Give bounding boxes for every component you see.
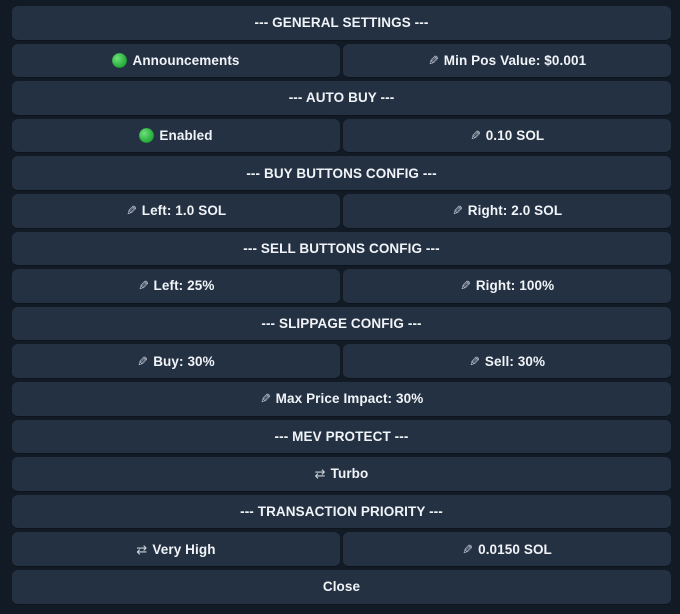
button-row: Close: [12, 569, 671, 605]
button-label: --- GENERAL SETTINGS ---: [254, 15, 429, 31]
button-label: --- AUTO BUY ---: [288, 90, 395, 106]
button-label: --- SELL BUTTONS CONFIG ---: [243, 240, 440, 256]
button-label: Turbo: [330, 466, 369, 482]
pencil-icon: ✎: [137, 278, 149, 294]
sell-30-button[interactable]: ✎ Sell: 30%: [343, 344, 671, 379]
general-settings-button[interactable]: --- GENERAL SETTINGS ---: [12, 6, 671, 41]
button-label: Sell: 30%: [484, 353, 546, 369]
left-25-button[interactable]: ✎ Left: 25%: [12, 269, 340, 304]
slippage-config-button[interactable]: --- SLIPPAGE CONFIG ---: [12, 306, 671, 342]
button-row: Enabled ✎ 0.10 SOL: [12, 118, 671, 154]
auto-buy-button[interactable]: --- AUTO BUY ---: [12, 81, 671, 116]
announcements-button[interactable]: Announcements: [12, 43, 340, 79]
mev-protect-button[interactable]: --- MEV PROTECT ---: [12, 419, 671, 455]
enabled-button[interactable]: Enabled: [12, 118, 340, 154]
pencil-icon: ✎: [451, 203, 463, 219]
min-pos-value-0-001-button[interactable]: ✎ Min Pos Value: $0.001: [343, 43, 671, 79]
button-row: ✎ Left: 1.0 SOL ✎ Right: 2.0 SOL: [12, 193, 671, 229]
button-label: Very High: [152, 541, 216, 557]
green-circle-icon: [112, 52, 128, 68]
0-10-sol-button[interactable]: ✎ 0.10 SOL: [343, 118, 671, 154]
button-label: Max Price Impact: 30%: [275, 391, 424, 407]
button-row: --- GENERAL SETTINGS ---: [12, 6, 671, 41]
settings-keyboard-panel: --- GENERAL SETTINGS --- Announcements ✎ Mi…: [0, 0, 680, 614]
button-label: Enabled: [159, 128, 213, 144]
button-row: --- BUY BUTTONS CONFIG ---: [12, 156, 671, 191]
button-row: ✎ Max Price Impact: 30%: [12, 381, 671, 417]
pencil-icon: ✎: [462, 541, 474, 557]
button-row: --- SELL BUTTONS CONFIG ---: [12, 231, 671, 267]
button-grid: --- GENERAL SETTINGS --- Announcements ✎ Mi…: [12, 6, 671, 608]
button-label: --- SLIPPAGE CONFIG ---: [261, 316, 422, 332]
button-row: ✎ Left: 25% ✎ Right: 100%: [12, 269, 671, 304]
button-row: Announcements ✎ Min Pos Value: $0.001: [12, 43, 671, 79]
close-button[interactable]: Close: [12, 569, 671, 605]
right-2-0-sol-button[interactable]: ✎ Right: 2.0 SOL: [343, 193, 671, 229]
right-100-button[interactable]: ✎ Right: 100%: [343, 269, 671, 304]
button-label: Right: 100%: [475, 278, 555, 294]
button-row: --- MEV PROTECT ---: [12, 419, 671, 455]
very-high-button[interactable]: ⇄ Very High: [12, 532, 340, 567]
sell-buttons-config-button[interactable]: --- SELL BUTTONS CONFIG ---: [12, 231, 671, 267]
0-0150-sol-button[interactable]: ✎ 0.0150 SOL: [343, 532, 671, 567]
button-row: --- AUTO BUY ---: [12, 81, 671, 116]
swap-arrows-icon: ⇄: [136, 541, 148, 557]
button-label: 0.10 SOL: [485, 128, 545, 144]
left-1-0-sol-button[interactable]: ✎ Left: 1.0 SOL: [12, 193, 340, 229]
pencil-icon: ✎: [427, 52, 439, 68]
button-row: ⇄ Very High ✎ 0.0150 SOL: [12, 532, 671, 567]
button-label: Left: 1.0 SOL: [141, 203, 227, 219]
pencil-icon: ✎: [137, 353, 149, 369]
button-label: Right: 2.0 SOL: [467, 203, 563, 219]
pencil-icon: ✎: [459, 278, 471, 294]
button-label: --- BUY BUTTONS CONFIG ---: [246, 165, 437, 181]
pencil-icon: ✎: [469, 128, 481, 144]
button-label: Min Pos Value: $0.001: [443, 52, 587, 68]
swap-arrows-icon: ⇄: [314, 466, 326, 482]
pencil-icon: ✎: [125, 203, 137, 219]
button-label: Left: 25%: [153, 278, 215, 294]
buy-buttons-config-button[interactable]: --- BUY BUTTONS CONFIG ---: [12, 156, 671, 191]
green-circle-icon: [139, 128, 155, 144]
pencil-icon: ✎: [468, 353, 480, 369]
button-label: --- MEV PROTECT ---: [274, 428, 409, 444]
button-label: Buy: 30%: [153, 353, 215, 369]
max-price-impact-30-button[interactable]: ✎ Max Price Impact: 30%: [12, 381, 671, 417]
buy-30-button[interactable]: ✎ Buy: 30%: [12, 344, 340, 379]
button-label: Close: [322, 579, 361, 595]
pencil-icon: ✎: [259, 391, 271, 407]
button-row: --- TRANSACTION PRIORITY ---: [12, 494, 671, 530]
turbo-button[interactable]: ⇄ Turbo: [12, 457, 671, 492]
button-label: Announcements: [132, 52, 240, 68]
button-row: ⇄ Turbo: [12, 457, 671, 492]
transaction-priority-button[interactable]: --- TRANSACTION PRIORITY ---: [12, 494, 671, 530]
button-label: --- TRANSACTION PRIORITY ---: [240, 504, 443, 520]
button-row: ✎ Buy: 30% ✎ Sell: 30%: [12, 344, 671, 379]
button-label: 0.0150 SOL: [478, 541, 552, 557]
button-row: --- SLIPPAGE CONFIG ---: [12, 306, 671, 342]
